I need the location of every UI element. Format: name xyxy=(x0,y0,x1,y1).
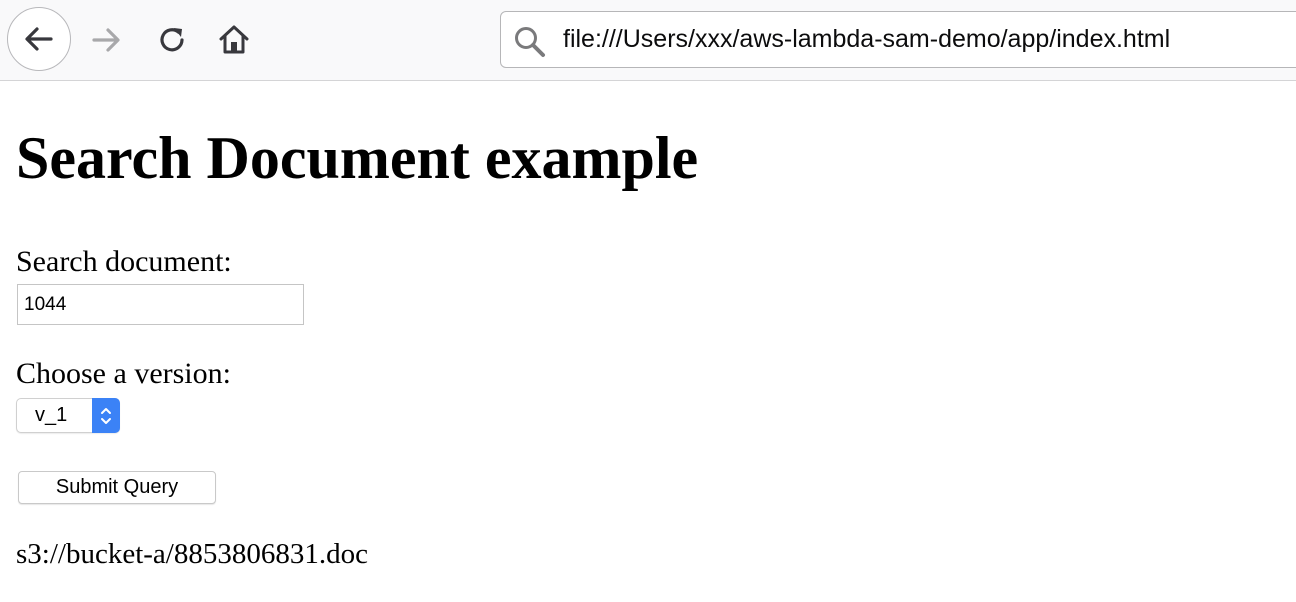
submit-query-button[interactable]: Submit Query xyxy=(18,471,216,504)
arrow-left-icon xyxy=(25,27,53,51)
reload-icon xyxy=(160,28,184,52)
forward-button[interactable] xyxy=(84,18,128,62)
home-icon xyxy=(219,25,249,54)
reload-button[interactable] xyxy=(150,18,194,62)
search-document-input[interactable] xyxy=(17,284,304,325)
url-text[interactable]: file:///Users/xxx/aws-lambda-sam-demo/ap… xyxy=(563,12,1170,66)
result-path: s3://bucket-a/8853806831.doc xyxy=(16,538,368,570)
home-button[interactable] xyxy=(212,18,256,62)
page-title: Search Document example xyxy=(16,125,699,191)
search-icon xyxy=(515,27,545,57)
choose-version-label: Choose a version: xyxy=(16,357,231,390)
arrow-right-icon xyxy=(92,28,120,52)
version-select[interactable]: v_1 xyxy=(16,398,120,433)
url-bar[interactable]: file:///Users/xxx/aws-lambda-sam-demo/ap… xyxy=(500,11,1296,68)
search-document-label: Search document: xyxy=(16,245,232,278)
back-button[interactable] xyxy=(7,7,71,71)
browser-toolbar: file:///Users/xxx/aws-lambda-sam-demo/ap… xyxy=(0,0,1296,81)
version-selected-value: v_1 xyxy=(35,404,68,426)
select-arrows-icon xyxy=(92,398,120,433)
